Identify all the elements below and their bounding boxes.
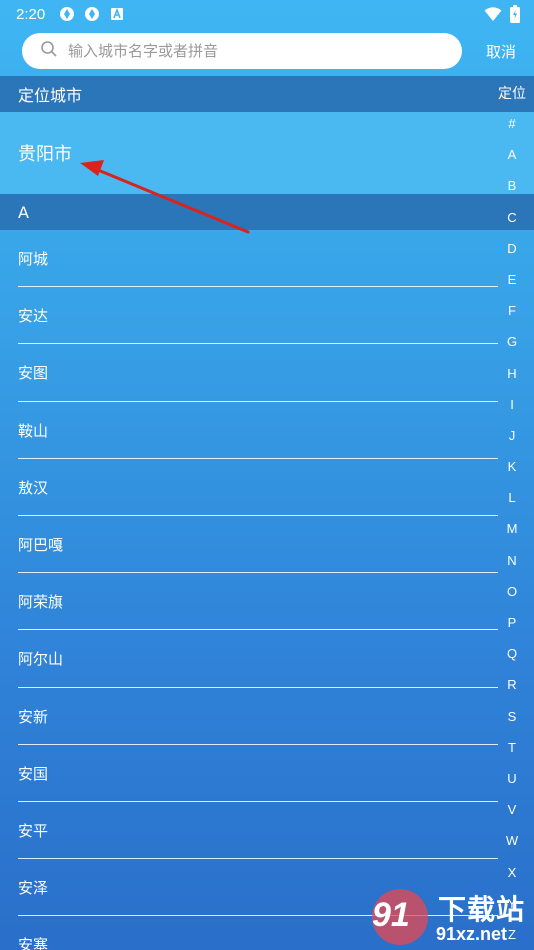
- index-letter[interactable]: A: [508, 139, 517, 170]
- index-letter[interactable]: B: [508, 170, 517, 201]
- search-input[interactable]: [68, 42, 462, 60]
- section-header-a: A: [0, 194, 534, 230]
- index-located[interactable]: 定位: [498, 80, 526, 108]
- index-letter[interactable]: U: [507, 763, 516, 794]
- city-list-item[interactable]: 安国: [0, 745, 534, 803]
- index-letter[interactable]: C: [507, 202, 516, 233]
- watermark-site: 91xz.net: [436, 924, 508, 944]
- app-icon: [84, 6, 100, 22]
- index-letter[interactable]: V: [508, 794, 517, 825]
- city-list-item[interactable]: 阿荣旗: [0, 573, 534, 631]
- search-box[interactable]: [22, 33, 462, 69]
- a-badge-icon: [109, 6, 125, 22]
- located-city-item[interactable]: 贵阳市: [0, 112, 534, 194]
- city-list-item[interactable]: 安图: [0, 344, 534, 402]
- search-icon: [40, 40, 58, 62]
- index-letter[interactable]: E: [508, 264, 517, 295]
- index-letter[interactable]: F: [508, 295, 516, 326]
- app-icon: [59, 6, 75, 22]
- index-letter[interactable]: Q: [507, 638, 517, 669]
- city-list-item[interactable]: 阿城: [0, 230, 534, 288]
- cancel-button[interactable]: 取消: [486, 41, 516, 62]
- city-list-item[interactable]: 安达: [0, 287, 534, 345]
- index-letter[interactable]: W: [506, 825, 518, 856]
- index-letter[interactable]: G: [507, 326, 517, 357]
- watermark-brand: 下载站: [438, 893, 526, 926]
- located-city-header: 定位城市: [0, 76, 534, 112]
- index-letter[interactable]: I: [510, 389, 514, 420]
- status-time: 2:20: [16, 5, 46, 23]
- index-letter[interactable]: S: [508, 701, 517, 732]
- city-list-item[interactable]: 阿尔山: [0, 630, 534, 688]
- index-letter[interactable]: D: [507, 233, 516, 264]
- city-list-item[interactable]: 安新: [0, 688, 534, 745]
- wifi-icon: [484, 6, 502, 26]
- city-list: 阿城 安达 安图 鞍山 敖汉 阿巴嘎 阿荣旗 阿尔山 安新 安国 安平 安泽 安塞: [0, 230, 534, 950]
- battery-icon: [510, 5, 520, 27]
- index-letter[interactable]: N: [507, 545, 516, 576]
- index-letter[interactable]: #: [508, 108, 515, 139]
- city-list-item[interactable]: 鞍山: [0, 402, 534, 459]
- city-list-item[interactable]: 安平: [0, 802, 534, 860]
- index-letter[interactable]: T: [508, 732, 516, 763]
- index-letter[interactable]: H: [507, 358, 516, 389]
- watermark-number: 91: [372, 896, 410, 934]
- index-letter[interactable]: X: [508, 857, 517, 888]
- index-letter[interactable]: P: [508, 607, 517, 638]
- index-letter[interactable]: L: [508, 482, 515, 513]
- city-list-item[interactable]: 敖汉: [0, 459, 534, 517]
- index-letter[interactable]: R: [507, 669, 516, 700]
- status-bar: 2:20: [0, 0, 534, 28]
- index-letter[interactable]: J: [509, 420, 516, 451]
- status-right: [484, 5, 520, 27]
- alphabet-index-bar[interactable]: 定位 # A B C D E F G H I J K L M N O P Q R S T U V W X Y Z: [490, 80, 534, 950]
- index-letter[interactable]: K: [508, 451, 517, 482]
- index-letter[interactable]: O: [507, 576, 517, 607]
- index-letter[interactable]: M: [507, 513, 518, 544]
- city-list-item[interactable]: 阿巴嘎: [0, 516, 534, 574]
